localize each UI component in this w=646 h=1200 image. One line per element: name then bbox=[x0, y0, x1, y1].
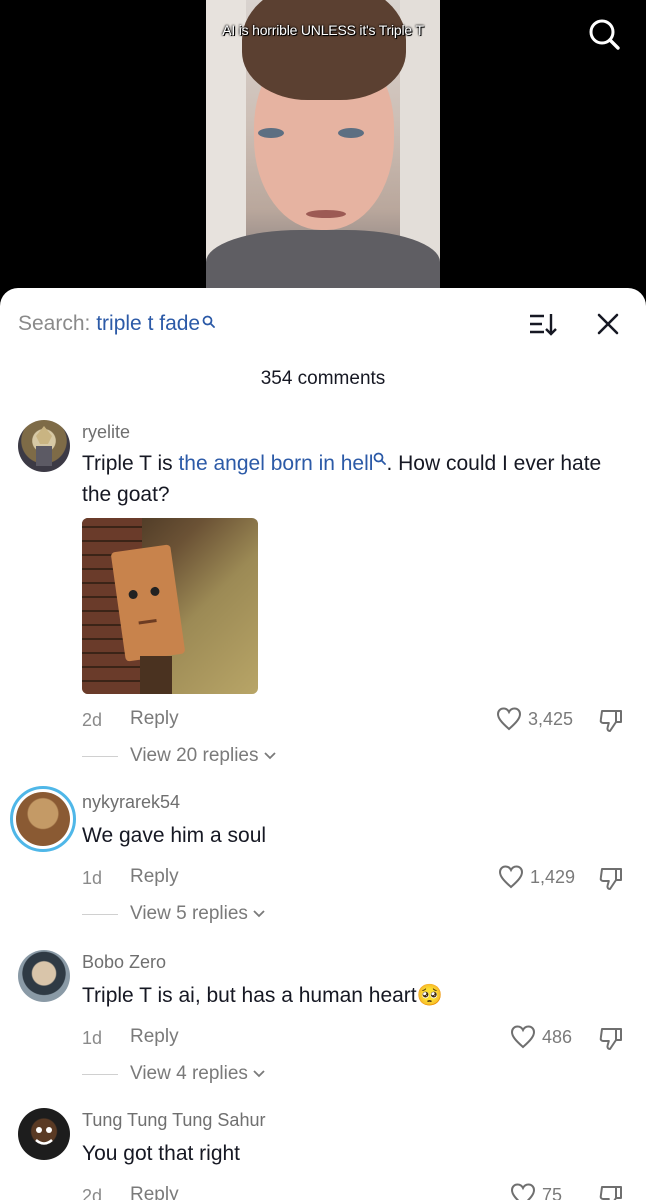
like-button[interactable]: 75 bbox=[510, 1183, 562, 1200]
reply-button[interactable]: Reply bbox=[130, 1026, 179, 1048]
sort-icon[interactable] bbox=[528, 312, 558, 338]
comment-text: Triple T is ai, but has a human heart🥺 bbox=[82, 984, 443, 1007]
comment-text: We gave him a soul bbox=[82, 824, 267, 847]
comment-username[interactable]: nykyrarek54 bbox=[82, 792, 180, 813]
chevron-down-icon bbox=[253, 1070, 265, 1078]
like-button[interactable]: 486 bbox=[510, 1025, 572, 1049]
avatar[interactable] bbox=[18, 420, 70, 472]
comment-text: Triple T is the angel born in hell. How … bbox=[82, 452, 602, 506]
comment-date: 2d bbox=[82, 1186, 103, 1200]
comment-date: 2d bbox=[82, 710, 103, 730]
dislike-icon[interactable] bbox=[598, 707, 624, 733]
heart-icon bbox=[510, 1183, 536, 1200]
reply-button[interactable]: Reply bbox=[130, 708, 179, 730]
view-replies-button[interactable]: View 20 replies bbox=[82, 745, 277, 767]
reply-button[interactable]: Reply bbox=[130, 1184, 179, 1200]
comment-item: Bobo Zero Triple T is ai, but has a huma… bbox=[0, 948, 646, 1088]
comment-username[interactable]: Tung Tung Tung Sahur bbox=[82, 1110, 265, 1131]
view-replies-button[interactable]: View 4 replies bbox=[82, 1063, 266, 1085]
close-icon[interactable] bbox=[596, 312, 620, 336]
dislike-icon[interactable] bbox=[598, 1183, 624, 1200]
comments-header: Search: triple t fade bbox=[0, 288, 646, 358]
comment-item: nykyrarek54 We gave him a soul 1d Reply … bbox=[0, 786, 646, 928]
avatar[interactable] bbox=[10, 786, 76, 852]
comment-date: 1d bbox=[82, 868, 103, 888]
comment-username[interactable]: Bobo Zero bbox=[82, 952, 166, 973]
video-frame bbox=[206, 0, 440, 300]
search-term[interactable]: triple t fade bbox=[96, 312, 200, 335]
like-count: 1,429 bbox=[530, 866, 576, 887]
heart-icon bbox=[496, 707, 522, 731]
like-button[interactable]: 1,429 bbox=[498, 865, 575, 889]
comments-sheet: Search: triple t fade 354 comments ryeli… bbox=[0, 288, 646, 1200]
avatar[interactable] bbox=[18, 1108, 70, 1160]
chevron-down-icon bbox=[263, 752, 276, 760]
search-icon bbox=[374, 452, 387, 465]
comment-text: You got that right bbox=[82, 1142, 241, 1165]
comment-item: ryelite Triple T is the angel born in he… bbox=[0, 418, 646, 768]
search-suggestion[interactable]: Search: triple t fade bbox=[18, 310, 216, 336]
heart-icon bbox=[510, 1025, 536, 1049]
dislike-icon[interactable] bbox=[598, 1025, 624, 1051]
search-highlight[interactable]: the angel born in hell bbox=[178, 452, 373, 475]
dislike-icon[interactable] bbox=[598, 865, 624, 891]
like-count: 486 bbox=[542, 1026, 573, 1047]
view-replies-button[interactable]: View 5 replies bbox=[82, 903, 266, 925]
pleading-face-emoji: 🥺 bbox=[416, 984, 443, 1007]
comment-image[interactable] bbox=[82, 518, 258, 694]
search-icon[interactable] bbox=[586, 16, 622, 52]
like-count: 3,425 bbox=[528, 708, 574, 729]
comment-date: 1d bbox=[82, 1028, 103, 1048]
like-button[interactable]: 3,425 bbox=[496, 707, 573, 731]
video-player[interactable]: AI is horrible UNLESS it's Triple T bbox=[0, 0, 646, 300]
comment-item: Tung Tung Tung Sahur You got that right … bbox=[0, 1106, 646, 1200]
search-icon bbox=[202, 310, 216, 334]
reply-button[interactable]: Reply bbox=[130, 866, 179, 888]
comment-count: 354 comments bbox=[260, 368, 386, 389]
search-prefix: Search: bbox=[18, 312, 91, 335]
like-count: 75 bbox=[542, 1184, 563, 1200]
video-caption: AI is horrible UNLESS it's Triple T bbox=[222, 22, 424, 38]
heart-icon bbox=[498, 865, 524, 889]
chevron-down-icon bbox=[253, 910, 265, 918]
comment-username[interactable]: ryelite bbox=[82, 422, 130, 443]
avatar[interactable] bbox=[18, 950, 70, 1002]
